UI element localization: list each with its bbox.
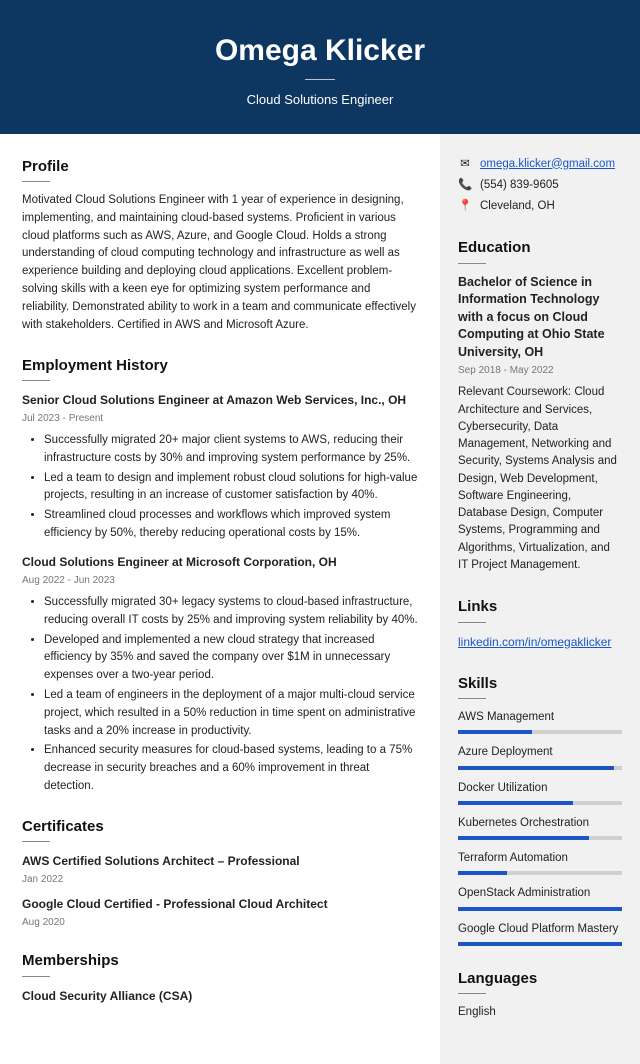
job-bullet: Led a team of engineers in the deploymen…	[44, 687, 420, 740]
languages-section: Languages English	[458, 968, 622, 1022]
job-bullet: Successfully migrated 20+ major client s…	[44, 432, 420, 468]
skill-item: AWS Management	[458, 709, 622, 734]
contact-location: Cleveland, OH	[480, 198, 555, 215]
skill-name: Google Cloud Platform Mastery	[458, 921, 622, 938]
skill-bar	[458, 730, 622, 734]
skill-name: Docker Utilization	[458, 780, 622, 797]
cert-date: Aug 2020	[22, 915, 420, 930]
main-column: Profile Motivated Cloud Solutions Engine…	[0, 134, 440, 1064]
section-rule	[458, 622, 486, 623]
contact-email-link[interactable]: omega.klicker@gmail.com	[480, 156, 615, 173]
employment-heading: Employment History	[22, 355, 420, 378]
language-name: English	[458, 1004, 622, 1021]
phone-icon: 📞	[458, 177, 472, 194]
contact-phone: (554) 839-9605	[480, 177, 559, 194]
contact-email-row: ✉ omega.klicker@gmail.com	[458, 156, 622, 173]
job-bullets: Successfully migrated 20+ major client s…	[22, 432, 420, 543]
location-icon: 📍	[458, 198, 472, 215]
memberships-heading: Memberships	[22, 950, 420, 973]
job-bullet: Enhanced security measures for cloud-bas…	[44, 742, 420, 795]
cert-title: Google Cloud Certified - Professional Cl…	[22, 895, 420, 913]
job-bullet: Streamlined cloud processes and workflow…	[44, 507, 420, 543]
job-bullet: Successfully migrated 30+ legacy systems…	[44, 594, 420, 630]
skill-bar	[458, 801, 622, 805]
languages-heading: Languages	[458, 968, 622, 991]
skill-name: AWS Management	[458, 709, 622, 726]
job-title: Senior Cloud Solutions Engineer at Amazo…	[22, 391, 420, 409]
skill-item: Kubernetes Orchestration	[458, 815, 622, 840]
skill-bar	[458, 942, 622, 946]
skill-fill	[458, 871, 507, 875]
profile-heading: Profile	[22, 156, 420, 179]
skill-item: Docker Utilization	[458, 780, 622, 805]
job-bullet: Led a team to design and implement robus…	[44, 470, 420, 506]
skill-item: Terraform Automation	[458, 850, 622, 875]
education-section: Education Bachelor of Science in Informa…	[458, 237, 622, 574]
skill-name: Kubernetes Orchestration	[458, 815, 622, 832]
section-rule	[22, 380, 50, 381]
person-title: Cloud Solutions Engineer	[20, 90, 620, 110]
skill-bar	[458, 871, 622, 875]
section-rule	[458, 993, 486, 994]
skill-item: OpenStack Administration	[458, 885, 622, 910]
job-bullet: Developed and implemented a new cloud st…	[44, 632, 420, 685]
section-rule	[22, 976, 50, 977]
education-title: Bachelor of Science in Information Techn…	[458, 274, 622, 362]
skill-name: OpenStack Administration	[458, 885, 622, 902]
employment-section: Employment History Senior Cloud Solution…	[22, 355, 420, 796]
certificates-heading: Certificates	[22, 816, 420, 839]
education-dates: Sep 2018 - May 2022	[458, 363, 622, 378]
skill-fill	[458, 801, 573, 805]
skill-fill	[458, 730, 532, 734]
side-column: ✉ omega.klicker@gmail.com 📞 (554) 839-96…	[440, 134, 640, 1064]
profile-section: Profile Motivated Cloud Solutions Engine…	[22, 156, 420, 335]
body-columns: Profile Motivated Cloud Solutions Engine…	[0, 134, 640, 1064]
education-text: Relevant Coursework: Cloud Architecture …	[458, 384, 622, 574]
skill-bar	[458, 907, 622, 911]
skill-bar	[458, 766, 622, 770]
cert-title: AWS Certified Solutions Architect – Prof…	[22, 852, 420, 870]
header: Omega Klicker Cloud Solutions Engineer	[0, 0, 640, 134]
skill-item: Azure Deployment	[458, 744, 622, 769]
job-dates: Jul 2023 - Present	[22, 411, 420, 426]
job-title: Cloud Solutions Engineer at Microsoft Co…	[22, 553, 420, 571]
resume-page: Omega Klicker Cloud Solutions Engineer P…	[0, 0, 640, 1064]
skill-fill	[458, 836, 589, 840]
section-rule	[22, 841, 50, 842]
skill-bar	[458, 836, 622, 840]
section-rule	[458, 698, 486, 699]
section-rule	[22, 181, 50, 182]
header-underline	[305, 79, 335, 80]
skill-name: Terraform Automation	[458, 850, 622, 867]
links-section: Links linkedin.com/in/omegaklicker	[458, 596, 622, 651]
section-rule	[458, 263, 486, 264]
education-heading: Education	[458, 237, 622, 260]
skill-fill	[458, 942, 622, 946]
contact-section: ✉ omega.klicker@gmail.com 📞 (554) 839-96…	[458, 156, 622, 216]
skill-name: Azure Deployment	[458, 744, 622, 761]
certificates-section: Certificates AWS Certified Solutions Arc…	[22, 816, 420, 931]
job-dates: Aug 2022 - Jun 2023	[22, 573, 420, 588]
linkedin-link[interactable]: linkedin.com/in/omegaklicker	[458, 635, 611, 649]
skill-fill	[458, 907, 622, 911]
language-item: English	[458, 1004, 622, 1021]
job-bullets: Successfully migrated 30+ legacy systems…	[22, 594, 420, 796]
links-heading: Links	[458, 596, 622, 619]
profile-text: Motivated Cloud Solutions Engineer with …	[22, 192, 420, 335]
email-icon: ✉	[458, 156, 472, 173]
cert-date: Jan 2022	[22, 872, 420, 887]
contact-phone-row: 📞 (554) 839-9605	[458, 177, 622, 194]
membership-title: Cloud Security Alliance (CSA)	[22, 987, 420, 1005]
contact-location-row: 📍 Cleveland, OH	[458, 198, 622, 215]
skills-heading: Skills	[458, 673, 622, 696]
skill-fill	[458, 766, 614, 770]
skill-item: Google Cloud Platform Mastery	[458, 921, 622, 946]
person-name: Omega Klicker	[20, 28, 620, 73]
memberships-section: Memberships Cloud Security Alliance (CSA…	[22, 950, 420, 1005]
